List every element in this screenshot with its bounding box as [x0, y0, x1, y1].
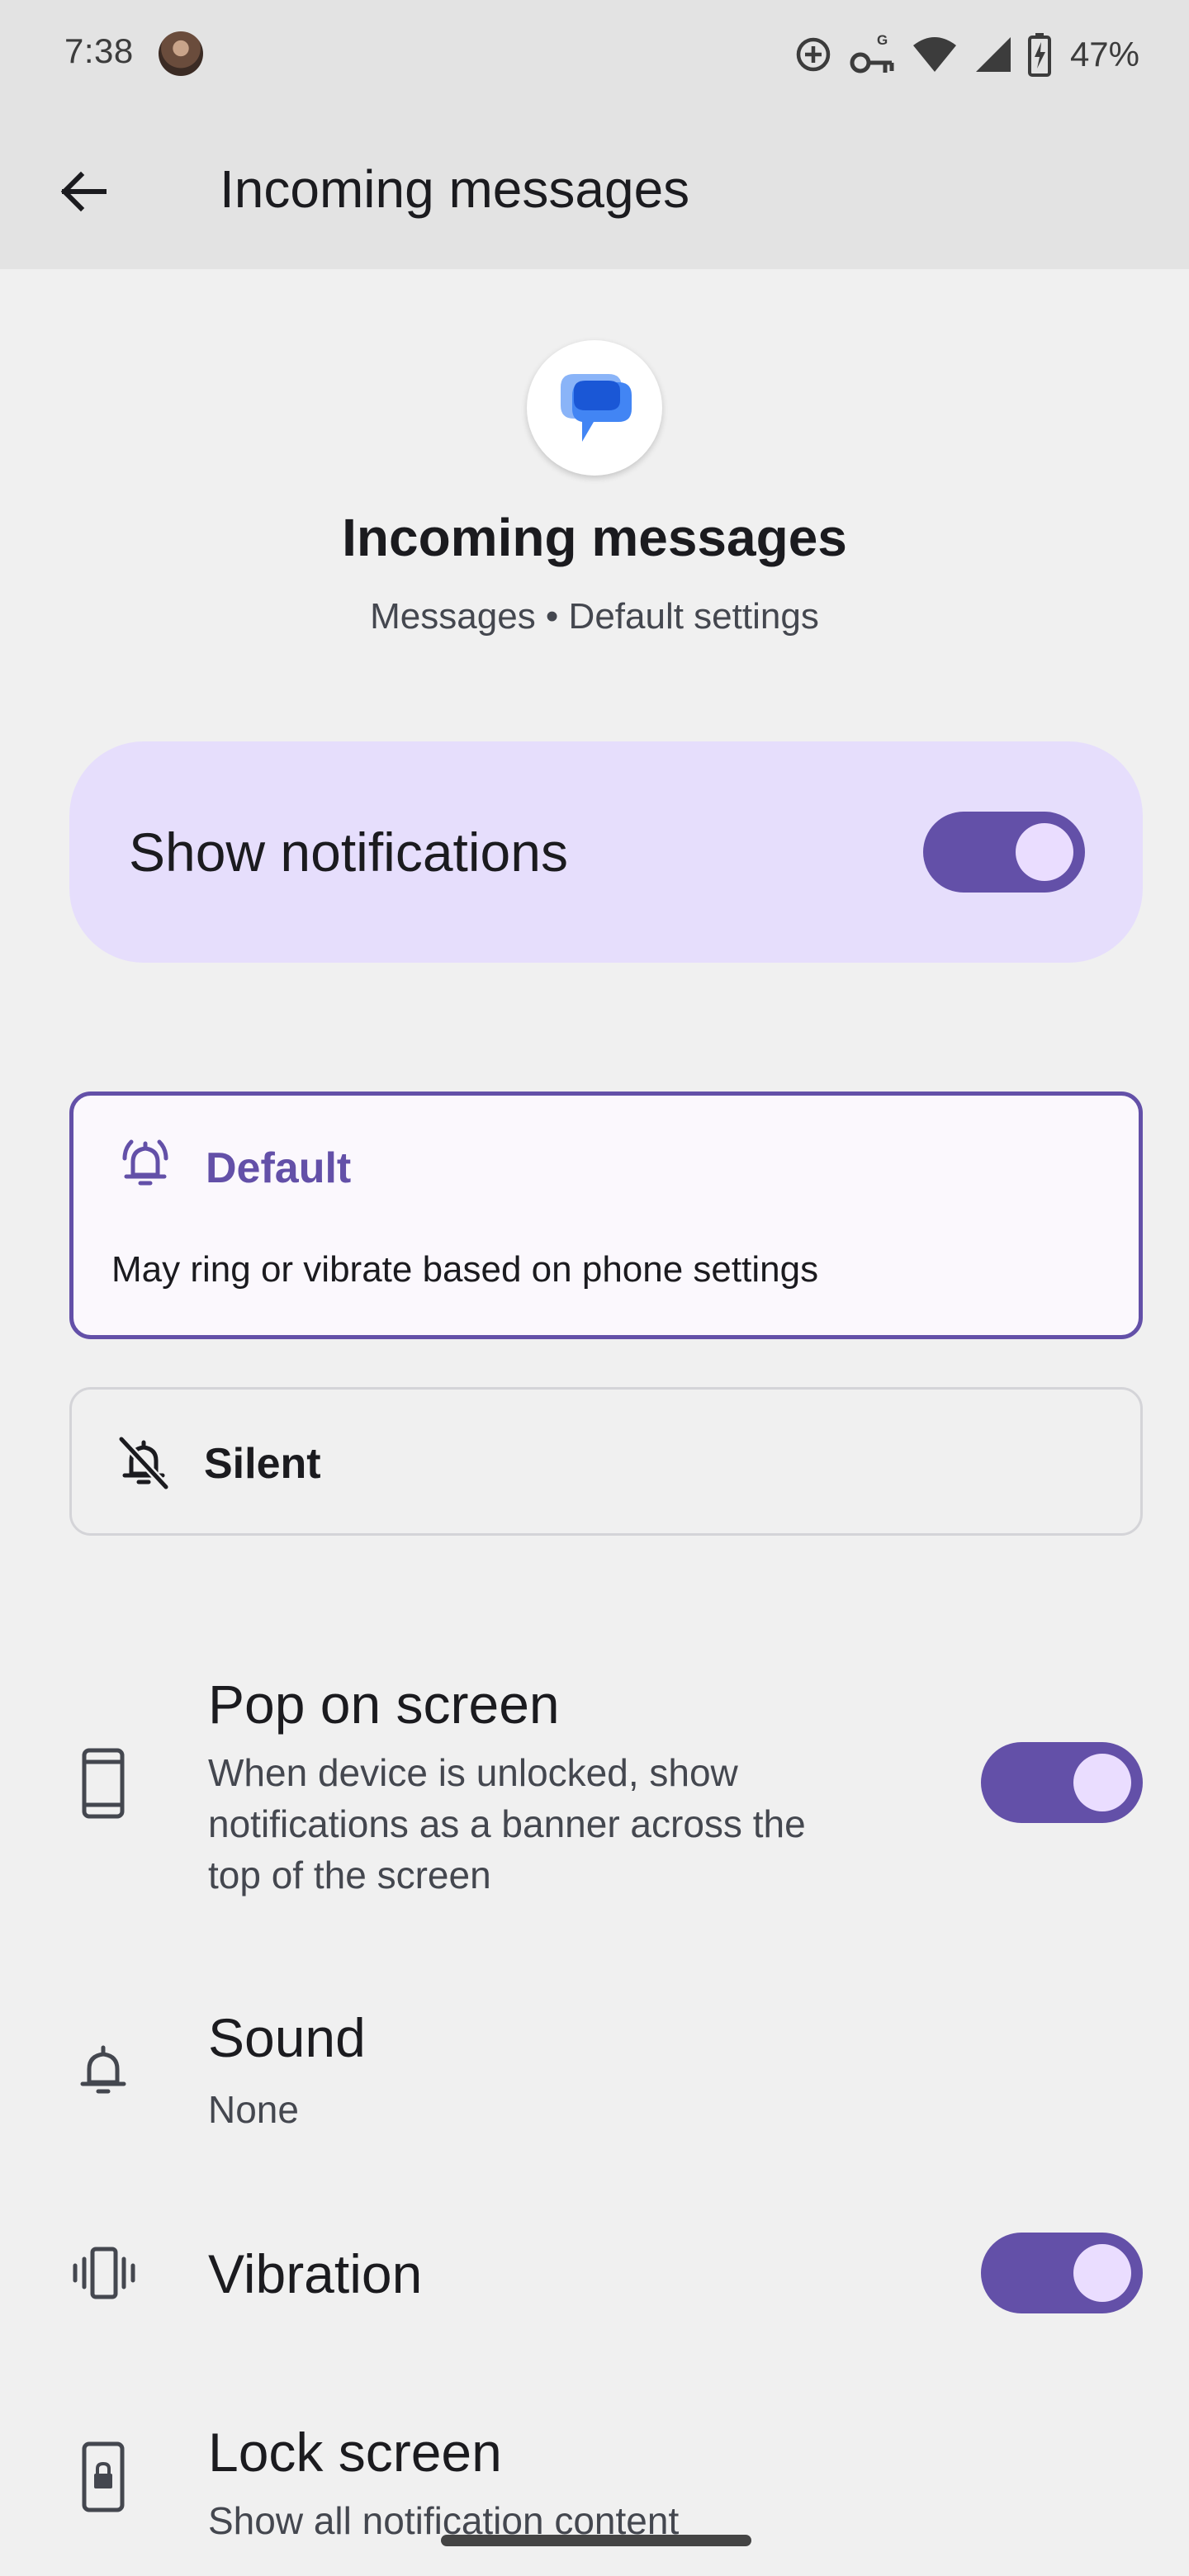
back-button[interactable]: [41, 150, 124, 233]
show-notifications-card[interactable]: Show notifications: [69, 741, 1143, 963]
pop-on-screen-toggle[interactable]: [981, 1742, 1143, 1823]
page-title: Incoming messages: [342, 508, 847, 567]
data-saver-icon: [793, 34, 834, 75]
pop-on-screen-title: Pop on screen: [208, 1674, 560, 1735]
status-time: 7:38: [64, 31, 134, 70]
default-option-description: May ring or vibrate based on phone setti…: [111, 1249, 819, 1290]
battery-charging-icon: [1027, 32, 1052, 77]
svg-text:G: G: [877, 32, 888, 48]
pop-on-screen-subtitle-line-2: notifications as a banner across the: [208, 1802, 806, 1845]
wifi-icon: [912, 36, 958, 73]
default-option-title: Default: [206, 1144, 352, 1192]
show-notifications-toggle[interactable]: [923, 812, 1085, 893]
silent-option-title: Silent: [204, 1440, 321, 1488]
toggle-knob: [1073, 1754, 1131, 1811]
status-icons: G 47%: [793, 30, 1139, 79]
pop-on-screen-subtitle-line-1: When device is unlocked, show: [208, 1751, 738, 1794]
bell-off-icon: [113, 1432, 174, 1498]
phone-icon: [74, 1747, 132, 1825]
home-indicator[interactable]: [441, 2535, 751, 2546]
vpn-key-icon: G: [849, 31, 897, 78]
status-avatar: [159, 31, 203, 76]
back-arrow-icon: [60, 171, 107, 212]
silent-option[interactable]: Silent: [69, 1387, 1143, 1536]
cell-signal-icon: [973, 36, 1012, 73]
battery-percent: 47%: [1069, 35, 1139, 73]
lock-screen-icon: [74, 2441, 132, 2519]
vibration-title: Vibration: [208, 2243, 423, 2304]
lock-screen-title: Lock screen: [208, 2422, 502, 2483]
screen: 7:38 G 47% Incoming messages Incoming me…: [0, 0, 1189, 2576]
toggle-knob: [1016, 823, 1073, 881]
toggle-knob: [1073, 2244, 1131, 2302]
bell-ringing-icon: [115, 1134, 176, 1199]
vibration-toggle[interactable]: [981, 2233, 1143, 2313]
pop-on-screen-subtitle-line-3: top of the screen: [208, 1854, 491, 1896]
page-subtitle: Messages • Default settings: [370, 596, 819, 637]
show-notifications-label: Show notifications: [129, 822, 568, 883]
top-bar: 7:38 G 47% Incoming messages: [0, 0, 1189, 269]
app-bar-title: Incoming messages: [220, 159, 690, 219]
sound-title: Sound: [208, 2007, 366, 2068]
sound-value: None: [208, 2088, 299, 2131]
messages-app-icon: [527, 340, 662, 476]
default-option[interactable]: Default May ring or vibrate based on pho…: [69, 1091, 1143, 1339]
bell-icon: [74, 2039, 132, 2105]
vibration-icon: [69, 2242, 139, 2308]
